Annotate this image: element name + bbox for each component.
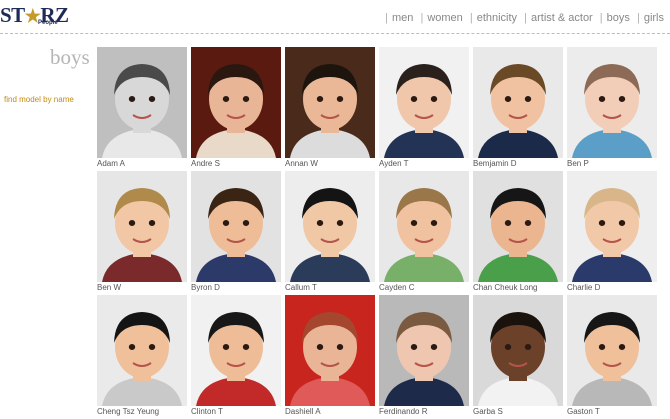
model-card[interactable]: Gaston T: [567, 295, 657, 418]
nav-link-women[interactable]: women: [427, 12, 462, 24]
model-name[interactable]: Gaston T: [567, 406, 657, 418]
model-card[interactable]: Cayden C: [379, 171, 469, 294]
model-card[interactable]: Bemjamin D: [473, 47, 563, 170]
model-photo[interactable]: [285, 171, 375, 282]
model-photo[interactable]: [379, 47, 469, 158]
model-photo[interactable]: [379, 171, 469, 282]
model-card[interactable]: Clinton T: [191, 295, 281, 418]
model-card[interactable]: Ben P: [567, 47, 657, 170]
model-name[interactable]: Bemjamin D: [473, 158, 563, 170]
model-photo[interactable]: [567, 171, 657, 282]
model-photo[interactable]: [285, 47, 375, 158]
page-title: boys: [50, 45, 90, 69]
model-name[interactable]: Cheng Tsz Yeung: [97, 406, 187, 418]
model-card[interactable]: Adam A: [97, 47, 187, 170]
logo-wordmark: ST★RZ: [0, 3, 69, 27]
model-name[interactable]: Byron D: [191, 282, 281, 294]
top-navigation: | men | women | ethnicity | artist & actor |…: [385, 12, 664, 24]
model-photo[interactable]: [191, 295, 281, 406]
model-name[interactable]: Ben W: [97, 282, 187, 294]
find-model-by-name-link[interactable]: find model by name: [4, 95, 74, 104]
model-photo[interactable]: [97, 295, 187, 406]
model-card[interactable]: Ben W: [97, 171, 187, 294]
nav-link-girls[interactable]: girls: [644, 12, 664, 24]
model-card[interactable]: Ferdinando R: [379, 295, 469, 418]
nav-link-artist-actor[interactable]: artist & actor: [531, 12, 593, 24]
model-photo[interactable]: [473, 295, 563, 406]
model-photo[interactable]: [191, 47, 281, 158]
model-name[interactable]: Garba S: [473, 406, 563, 418]
model-name[interactable]: Andre S: [191, 158, 281, 170]
logo-subtitle: People: [38, 20, 58, 26]
model-photo[interactable]: [567, 295, 657, 406]
model-name[interactable]: Cayden C: [379, 282, 469, 294]
model-photo[interactable]: [567, 47, 657, 158]
model-card[interactable]: Byron D: [191, 171, 281, 294]
model-name[interactable]: Adam A: [97, 158, 187, 170]
model-name[interactable]: Chan Cheuk Long: [473, 282, 563, 294]
model-card[interactable]: Andre S: [191, 47, 281, 170]
model-name[interactable]: Ferdinando R: [379, 406, 469, 418]
model-card[interactable]: Ayden T: [379, 47, 469, 170]
model-card[interactable]: Charlie D: [567, 171, 657, 294]
nav-link-ethnicity[interactable]: ethnicity: [477, 12, 517, 24]
model-card[interactable]: Garba S: [473, 295, 563, 418]
nav-link-boys[interactable]: boys: [607, 12, 630, 24]
model-name[interactable]: Ben P: [567, 158, 657, 170]
model-name[interactable]: Annan W: [285, 158, 375, 170]
model-photo[interactable]: [97, 171, 187, 282]
model-name[interactable]: Clinton T: [191, 406, 281, 418]
model-photo[interactable]: [191, 171, 281, 282]
model-card[interactable]: Dashiell A: [285, 295, 375, 418]
model-photo[interactable]: [379, 295, 469, 406]
model-photo[interactable]: [97, 47, 187, 158]
model-photo[interactable]: [473, 171, 563, 282]
model-name[interactable]: Callum T: [285, 282, 375, 294]
model-card[interactable]: Cheng Tsz Yeung: [97, 295, 187, 418]
model-photo[interactable]: [285, 295, 375, 406]
model-card[interactable]: Chan Cheuk Long: [473, 171, 563, 294]
model-name[interactable]: Dashiell A: [285, 406, 375, 418]
model-photo[interactable]: [473, 47, 563, 158]
model-name[interactable]: Charlie D: [567, 282, 657, 294]
model-card[interactable]: Callum T: [285, 171, 375, 294]
model-card[interactable]: Annan W: [285, 47, 375, 170]
model-name[interactable]: Ayden T: [379, 158, 469, 170]
header-divider: [0, 33, 670, 34]
nav-link-men[interactable]: men: [392, 12, 413, 24]
